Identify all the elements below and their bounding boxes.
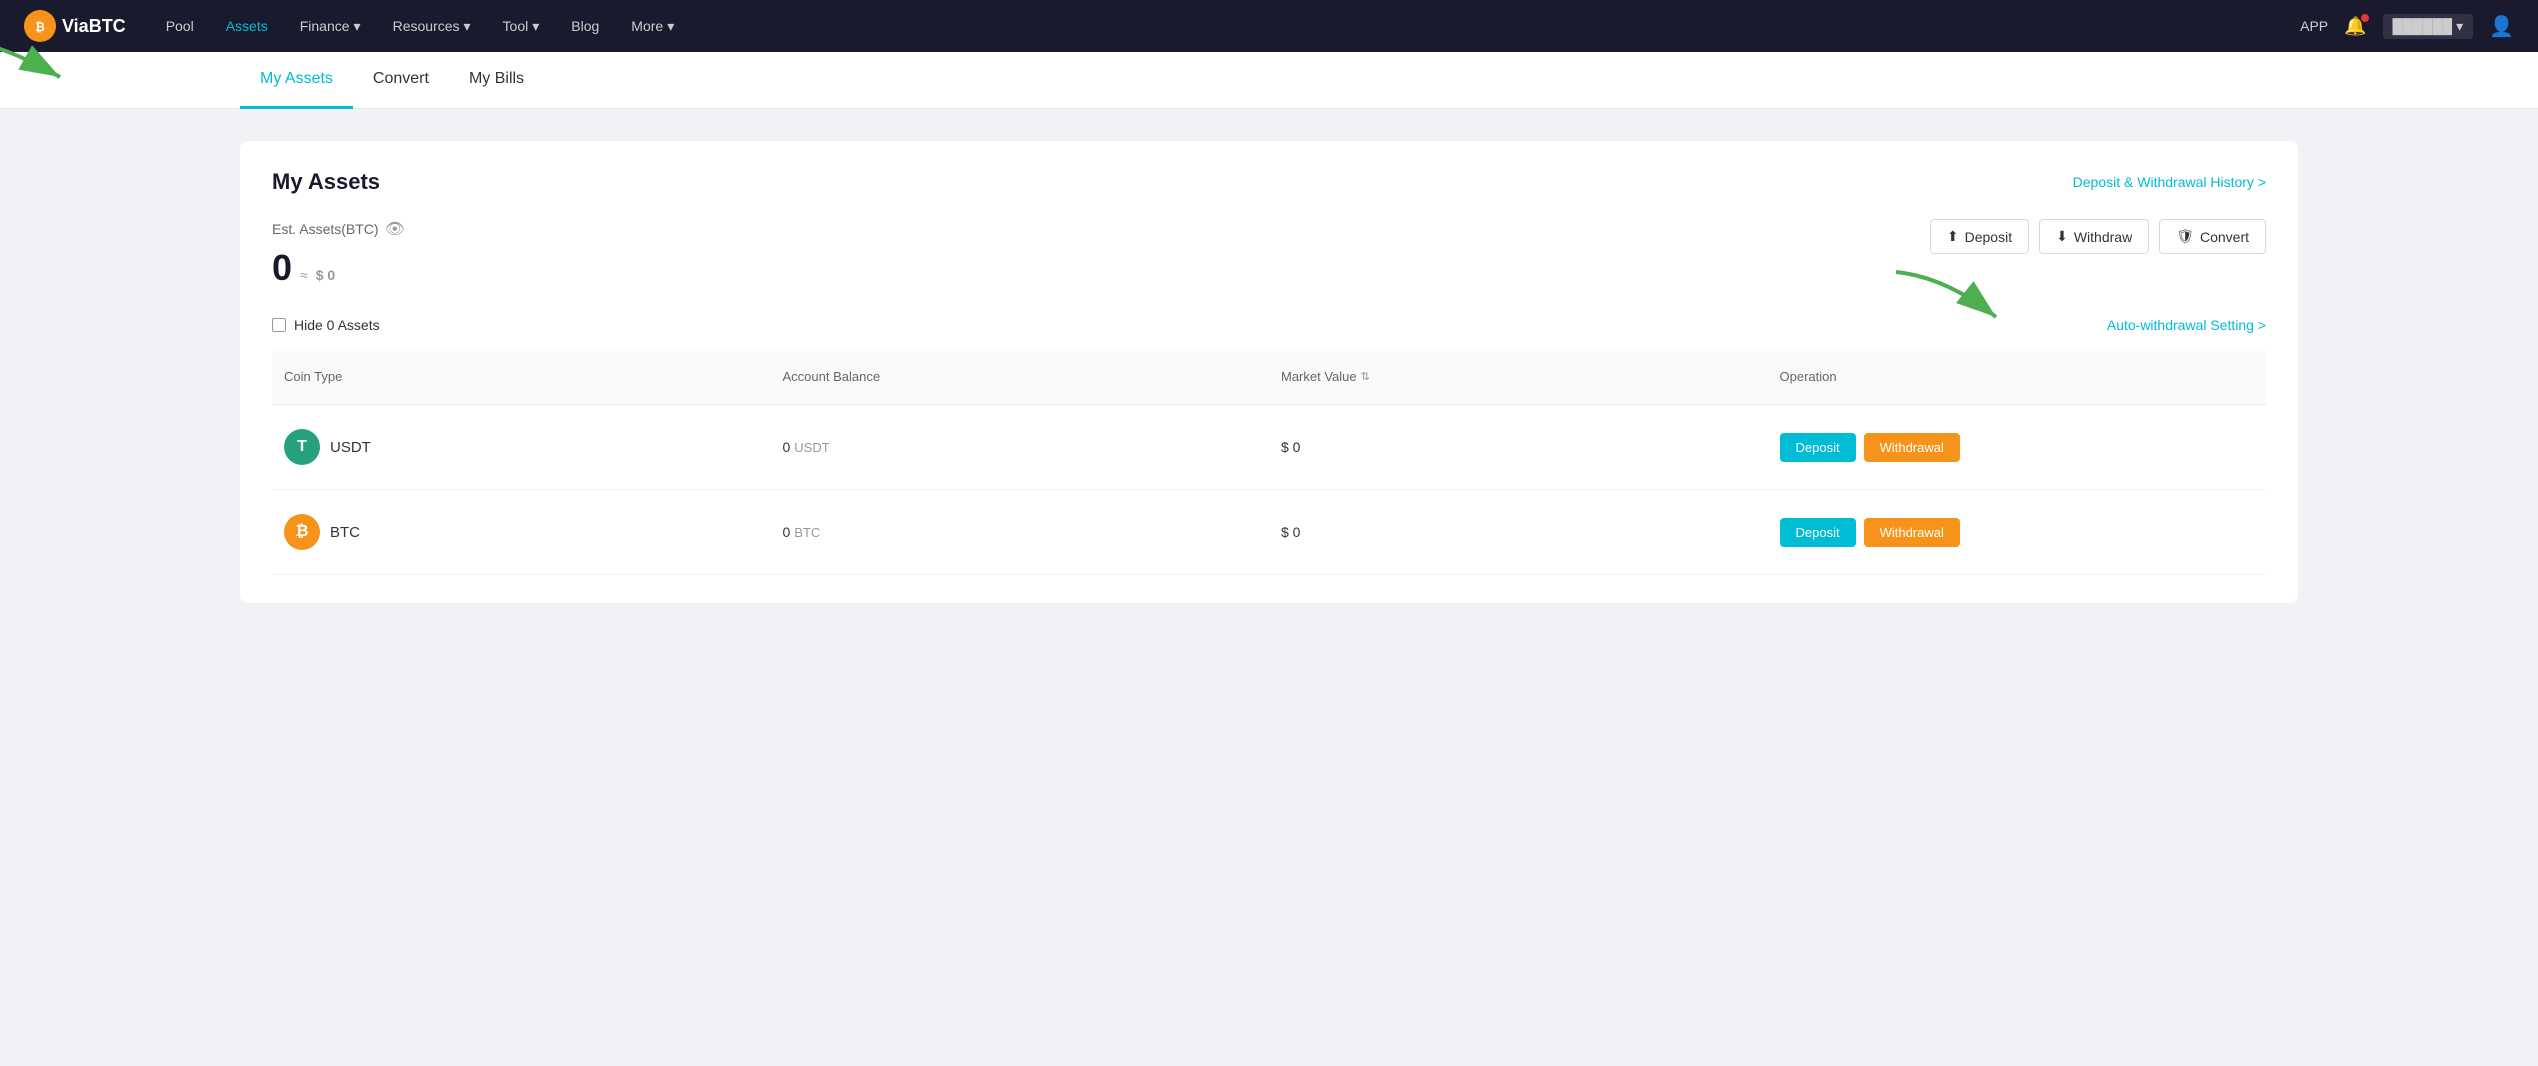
logo[interactable]: ₿ ViaBTC: [24, 10, 126, 42]
hide-zero-checkbox-row[interactable]: Hide 0 Assets: [272, 317, 380, 333]
deposit-button[interactable]: ⬆ Deposit: [1930, 219, 2029, 254]
withdraw-icon: ⬇: [2056, 228, 2068, 245]
visibility-toggle-icon[interactable]: 👁: [385, 219, 405, 239]
chevron-down-icon: ▾: [354, 18, 361, 35]
hide-zero-checkbox[interactable]: [272, 318, 286, 332]
coin-name: USDT: [330, 439, 371, 456]
col-account-balance: Account Balance: [771, 359, 1270, 394]
notification-dot: [2361, 14, 2369, 22]
nav-right: APP 🔔 ██████ ▾ 👤: [2300, 14, 2514, 39]
nav-user-dropdown[interactable]: ██████ ▾: [2383, 14, 2474, 39]
table-header: Coin Type Account Balance Market Value ⇅…: [272, 349, 2266, 405]
shield-icon: 🛡: [2176, 228, 2194, 245]
tab-my-assets[interactable]: My Assets: [240, 52, 353, 109]
main-content: My Assets Deposit & Withdrawal History >…: [0, 109, 2538, 635]
col-coin-type: Coin Type: [272, 359, 771, 394]
my-assets-card: My Assets Deposit & Withdrawal History >…: [240, 141, 2298, 603]
est-assets-left: Est. Assets(BTC) 👁 0 ≈ $ 0: [272, 219, 405, 289]
est-assets-value: 0 ≈ $ 0: [272, 247, 405, 289]
nav-more[interactable]: More ▾: [619, 12, 686, 41]
coin-type-cell: ₿ BTC: [272, 504, 771, 560]
withdraw-button[interactable]: ⬇ Withdraw: [2039, 219, 2149, 254]
navbar: ₿ ViaBTC Pool Assets Finance ▾ Resources…: [0, 0, 2538, 52]
btc-withdrawal-button[interactable]: Withdrawal: [1864, 518, 1960, 547]
tab-convert[interactable]: Convert: [353, 52, 449, 109]
auto-withdrawal-link[interactable]: Auto-withdrawal Setting >: [2107, 317, 2266, 333]
nav-bell[interactable]: 🔔: [2344, 16, 2366, 37]
username: ██████: [2393, 18, 2453, 34]
nav-tool[interactable]: Tool ▾: [491, 12, 552, 41]
col-operation: Operation: [1768, 359, 2267, 394]
coin-name: BTC: [330, 524, 360, 541]
est-assets-label: Est. Assets(BTC) 👁: [272, 219, 405, 239]
usdt-icon: T: [284, 429, 320, 465]
usdt-deposit-button[interactable]: Deposit: [1780, 433, 1856, 462]
market-value-cell: $ 0: [1269, 514, 1768, 550]
filter-row: Hide 0 Assets Auto-withdrawal Setting >: [272, 317, 2266, 333]
btc-icon: ₿: [284, 514, 320, 550]
table-row: T USDT 0 USDT $ 0 Deposit Withdrawal: [272, 405, 2266, 490]
chevron-down-icon: ▾: [2456, 18, 2463, 35]
page-title: My Assets: [272, 169, 380, 195]
table-row: ₿ BTC 0 BTC $ 0 Deposit Withdrawal: [272, 490, 2266, 575]
est-assets-section: Est. Assets(BTC) 👁 0 ≈ $ 0 ⬆ Deposit ⬇ W…: [272, 219, 2266, 289]
nav-assets[interactable]: Assets: [214, 12, 280, 40]
deposit-icon: ⬆: [1947, 228, 1959, 245]
convert-header-button[interactable]: 🛡 Convert: [2159, 219, 2266, 254]
logo-text: ViaBTC: [62, 16, 126, 37]
action-buttons: ⬆ Deposit ⬇ Withdraw 🛡 Convert: [1930, 219, 2266, 254]
hide-zero-label: Hide 0 Assets: [294, 317, 380, 333]
nav-pool[interactable]: Pool: [154, 12, 206, 40]
nav-blog[interactable]: Blog: [559, 12, 611, 40]
sort-icon[interactable]: ⇅: [1361, 370, 1370, 383]
coin-type-cell: T USDT: [272, 419, 771, 475]
nav-finance[interactable]: Finance ▾: [288, 12, 373, 41]
svg-text:₿: ₿: [35, 20, 45, 34]
btc-deposit-button[interactable]: Deposit: [1780, 518, 1856, 547]
chevron-down-icon: ▾: [464, 18, 471, 35]
account-balance-cell: 0 USDT: [771, 429, 1270, 465]
operation-cell: Deposit Withdrawal: [1768, 423, 2267, 472]
usdt-withdrawal-button[interactable]: Withdrawal: [1864, 433, 1960, 462]
nav-avatar[interactable]: 👤: [2489, 14, 2514, 39]
chevron-down-icon: ▾: [532, 18, 539, 35]
nav-app[interactable]: APP: [2300, 18, 2328, 34]
chevron-down-icon: ▾: [667, 18, 674, 35]
account-balance-cell: 0 BTC: [771, 514, 1270, 550]
nav-resources[interactable]: Resources ▾: [381, 12, 483, 41]
tab-my-bills[interactable]: My Bills: [449, 52, 544, 109]
tabs-bar: My Assets Convert My Bills: [0, 52, 2538, 109]
est-usd-value: $ 0: [316, 267, 335, 283]
operation-cell: Deposit Withdrawal: [1768, 508, 2267, 557]
market-value-cell: $ 0: [1269, 429, 1768, 465]
deposit-withdrawal-history-link[interactable]: Deposit & Withdrawal History >: [2073, 174, 2266, 190]
card-header: My Assets Deposit & Withdrawal History >: [272, 169, 2266, 195]
col-market-value: Market Value ⇅: [1269, 359, 1768, 394]
logo-icon: ₿: [24, 10, 56, 42]
